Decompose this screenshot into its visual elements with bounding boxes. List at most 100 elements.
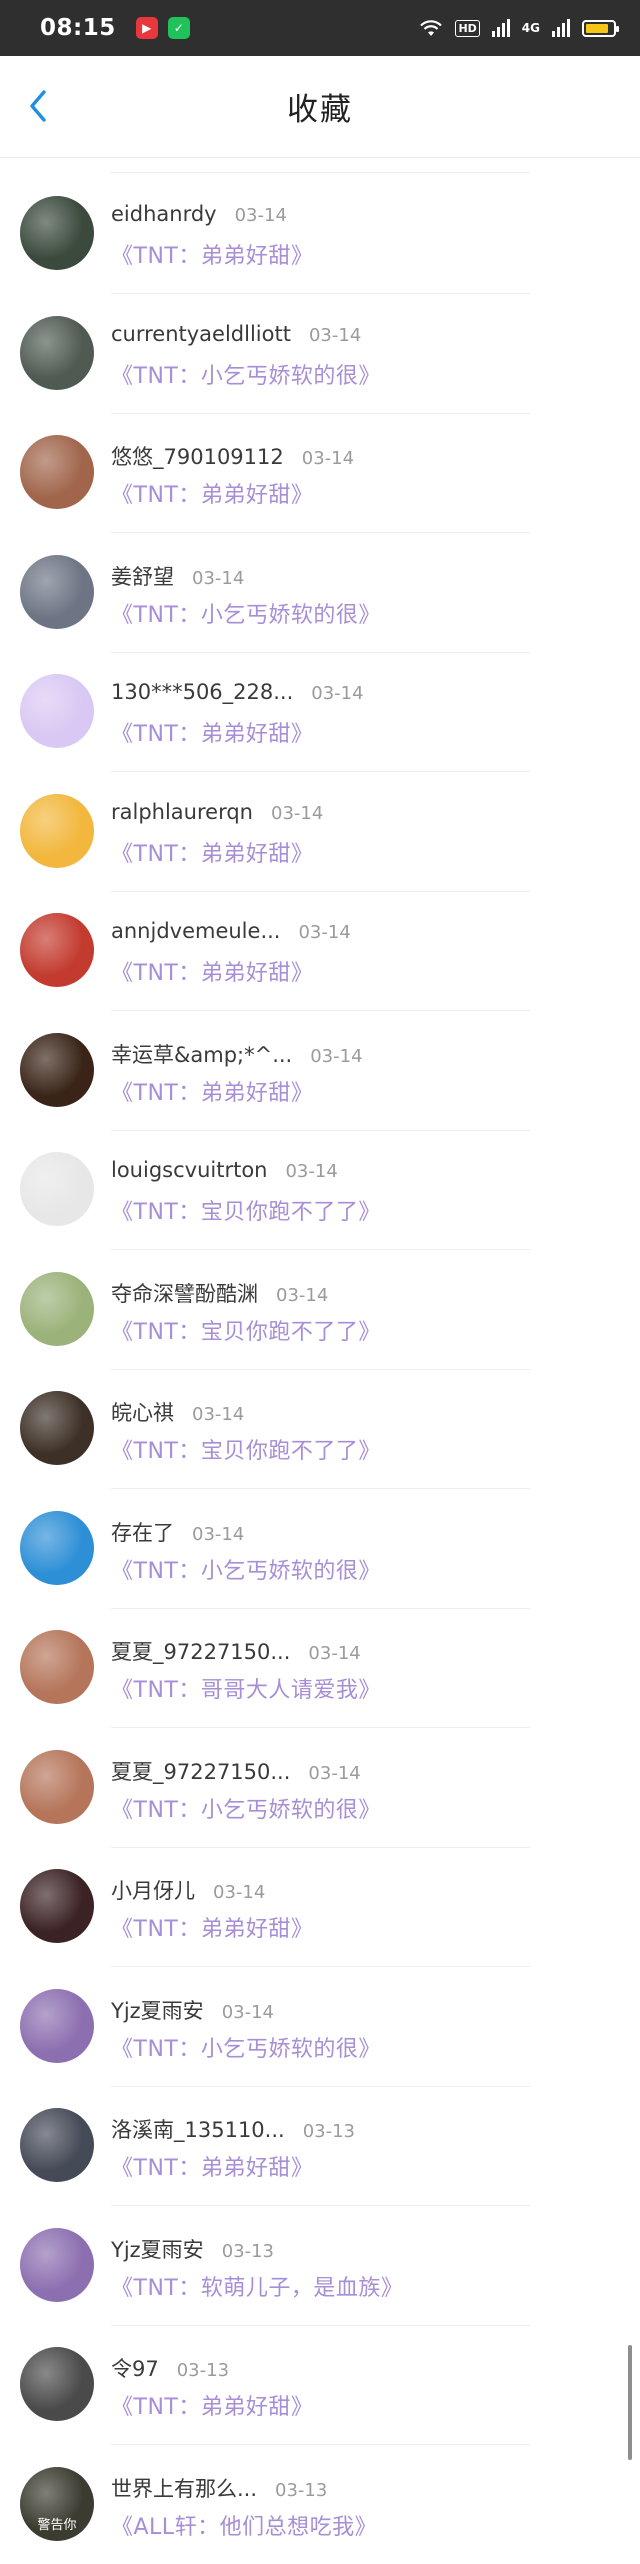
divider [111,293,531,294]
avatar[interactable] [20,554,94,629]
divider [111,1488,531,1489]
book-title-link[interactable]: 《TNT：宝贝你跑不了了》 [111,1314,381,1346]
list-item[interactable]: 夺命深譬酚酷渊 03-14 《TNT：宝贝你跑不了了》 [0,1271,640,1392]
user-name[interactable]: louigscvuitrton [111,1158,267,1182]
avatar[interactable] [20,674,94,748]
list-item[interactable]: Yjz夏雨安 03-13 《TNT：软萌儿子，是血族》 [0,2227,640,2348]
book-title-link[interactable]: 《TNT：宝贝你跑不了了》 [111,1194,381,1226]
book-title-link[interactable]: 《ALL轩：他们总想吃我》 [111,2509,377,2541]
list-item[interactable]: currentyaeldlliott 03-14 《TNT：小乞丐娇软的很》 [0,315,640,436]
list-item[interactable]: 洛溪南_135110... 03-13 《TNT：弟弟好甜》 [0,2108,640,2228]
item-header: 令97 03-13 [111,2353,229,2383]
list-item[interactable]: Yjz夏雨安 03-14 《TNT：小乞丐娇软的很》 [0,1988,640,2109]
user-name[interactable]: 存在了 [111,1517,174,1547]
item-header: louigscvuitrton 03-14 [111,1158,338,1182]
user-name[interactable]: 世界上有那么... [111,2473,257,2503]
user-name[interactable]: 夺命深譬酚酷渊 [111,1278,258,1308]
book-title-link[interactable]: 《TNT：弟弟好甜》 [111,238,313,270]
avatar[interactable] [20,2347,94,2421]
book-title-link[interactable]: 《TNT：弟弟好甜》 [111,955,313,987]
book-title-link[interactable]: 《TNT：弟弟好甜》 [111,716,313,748]
avatar[interactable]: 警告你 [20,2466,94,2541]
list-item[interactable]: 令97 03-13 《TNT：弟弟好甜》 [0,2347,640,2467]
divider [111,1368,531,1370]
user-name[interactable]: ralphlaurerqn [111,800,253,824]
book-title-link[interactable]: 《TNT：小乞丐娇软的很》 [111,1553,381,1585]
user-name[interactable]: 悠悠_790109112 [111,441,284,471]
list-item[interactable]: 悠悠_790109112 03-14 《TNT：弟弟好甜》 [0,435,640,555]
list-item[interactable]: 夏夏_97227150... 03-14 《TNT：哥哥大人请爱我》 [0,1630,640,1750]
avatar[interactable] [20,196,94,270]
user-name[interactable]: Yjz夏雨安 [111,1995,204,2025]
divider [111,2205,531,2206]
book-title-link[interactable]: 《TNT：弟弟好甜》 [111,1075,313,1107]
avatar[interactable] [20,1271,94,1346]
avatar[interactable] [20,1152,94,1226]
list-item[interactable]: 130***506_228... 03-14 《TNT：弟弟好甜》 [0,674,640,794]
status-bar: 08:15 ▶ ✓ HD 4G [0,0,640,56]
book-title-link[interactable]: 《TNT：弟弟好甜》 [111,836,313,868]
book-title-link[interactable]: 《TNT：小乞丐娇软的很》 [111,2031,381,2063]
item-date: 03-14 [276,1284,329,1306]
user-name[interactable]: 皖心祺 [111,1397,174,1427]
user-name[interactable]: 令97 [111,2353,159,2383]
item-header: 皖心祺 03-14 [111,1397,244,1427]
avatar[interactable] [20,2227,94,2302]
list-item[interactable]: 警告你 世界上有那么... 03-13 《ALL轩：他们总想吃我》 [0,2466,640,2564]
avatar[interactable] [20,1630,94,1704]
hd-icon: HD [455,19,480,37]
list-item[interactable]: annjdvemeule... 03-14 《TNT：弟弟好甜》 [0,913,640,1033]
item-date: 03-14 [213,1882,266,1903]
avatar[interactable] [20,793,94,868]
avatar[interactable] [20,2108,94,2182]
user-name[interactable]: 小月伢儿 [111,1875,195,1905]
list-item[interactable]: ralphlaurerqn 03-14 《TNT：弟弟好甜》 [0,793,640,914]
list-item[interactable]: eidhanrdy 03-14 《TNT：弟弟好甜》 [0,196,640,316]
book-title-link[interactable]: 《TNT：小乞丐娇软的很》 [111,597,381,629]
list-item[interactable]: 小月伢儿 03-14 《TNT：弟弟好甜》 [0,1869,640,1989]
item-date: 03-14 [221,2001,274,2023]
user-name[interactable]: Yjz夏雨安 [111,2234,204,2264]
list-item[interactable]: louigscvuitrton 03-14 《TNT：宝贝你跑不了了》 [0,1152,640,1272]
list-item[interactable]: 皖心祺 03-14 《TNT：宝贝你跑不了了》 [0,1391,640,1511]
user-name[interactable]: 夏夏_97227150... [111,1636,290,1666]
avatar[interactable] [20,435,94,509]
avatar[interactable] [20,315,94,390]
book-title-link[interactable]: 《TNT：弟弟好甜》 [111,2150,313,2182]
divider [111,1607,531,1609]
user-name[interactable]: 幸运草&amp;*^... [111,1039,292,1069]
page-title: 收藏 [287,92,353,128]
back-button[interactable] [18,86,58,126]
book-title-link[interactable]: 《TNT：软萌儿子，是血族》 [111,2270,403,2302]
list-item[interactable]: 姜舒望 03-14 《TNT：小乞丐娇软的很》 [0,554,640,675]
book-title-link[interactable]: 《TNT：弟弟好甜》 [111,2389,313,2421]
avatar[interactable] [20,1391,94,1465]
avatar[interactable] [20,1749,94,1824]
user-name[interactable]: eidhanrdy [111,202,217,226]
avatar[interactable] [20,1510,94,1585]
book-title-link[interactable]: 《TNT：弟弟好甜》 [111,477,313,509]
avatar[interactable] [20,913,94,987]
book-title-link[interactable]: 《TNT：宝贝你跑不了了》 [111,1433,381,1465]
item-header: 夺命深譬酚酷渊 03-14 [111,1278,328,1308]
battery-icon [582,19,619,37]
book-title-link[interactable]: 《TNT：小乞丐娇软的很》 [111,1792,381,1824]
user-name[interactable]: currentyaeldlliott [111,322,291,346]
user-name[interactable]: 洛溪南_135110... [111,2114,285,2144]
item-date: 03-14 [271,802,324,824]
user-name[interactable]: 姜舒望 [111,561,174,591]
book-title-link[interactable]: 《TNT：弟弟好甜》 [111,1911,313,1943]
item-date: 03-14 [192,567,245,589]
scrollbar[interactable] [628,2345,632,2460]
user-name[interactable]: 130***506_228... [111,680,293,704]
list-item[interactable]: 存在了 03-14 《TNT：小乞丐娇软的很》 [0,1510,640,1631]
book-title-link[interactable]: 《TNT：哥哥大人请爱我》 [111,1672,381,1704]
list-item[interactable]: 幸运草&amp;*^... 03-14 《TNT：弟弟好甜》 [0,1032,640,1153]
book-title-link[interactable]: 《TNT：小乞丐娇软的很》 [111,358,381,390]
user-name[interactable]: 夏夏_97227150... [111,1756,290,1786]
list-item[interactable]: 夏夏_97227150... 03-14 《TNT：小乞丐娇软的很》 [0,1749,640,1870]
user-name[interactable]: annjdvemeule... [111,919,280,943]
avatar[interactable] [20,1988,94,2063]
avatar[interactable] [20,1032,94,1107]
avatar[interactable] [20,1869,94,1943]
